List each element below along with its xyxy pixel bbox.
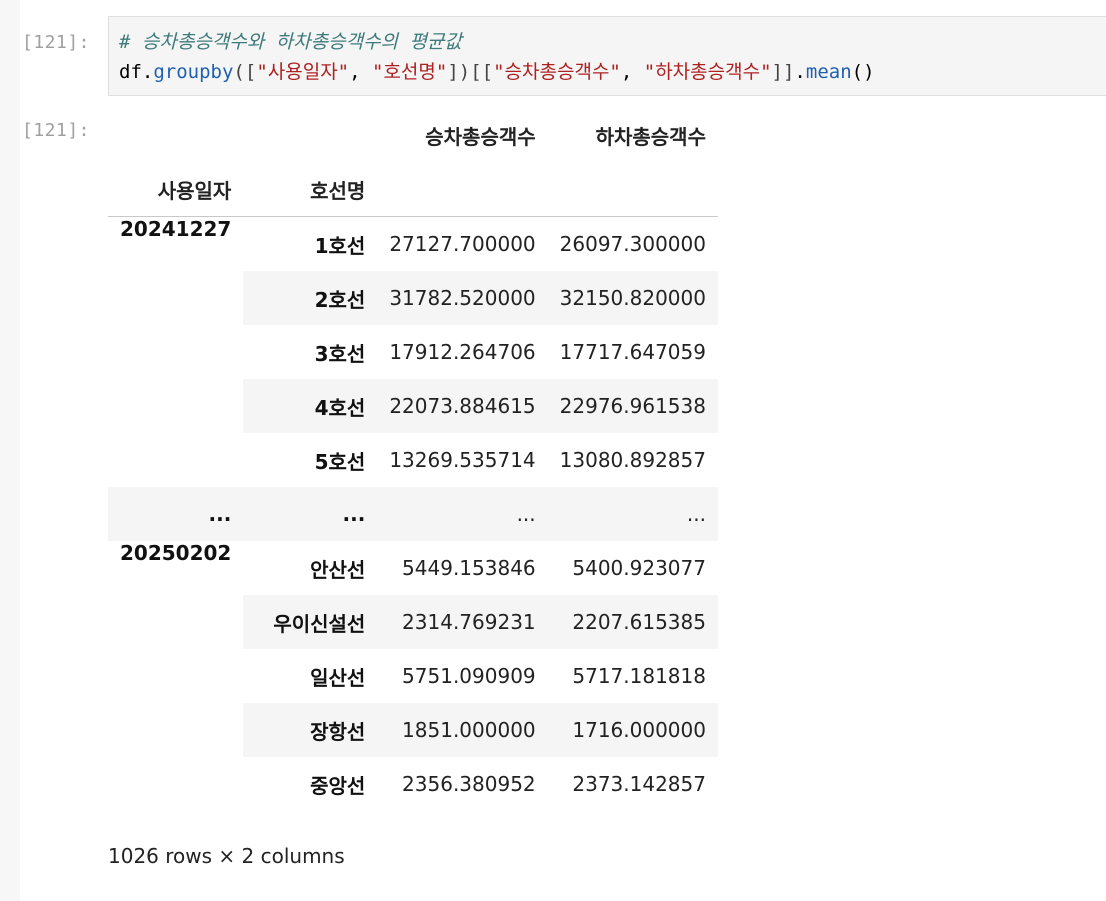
index-line: 2호선 — [243, 271, 378, 325]
cell-value: 5751.090909 — [402, 664, 536, 688]
index-line: 안산선 — [310, 557, 366, 582]
cell-value: 2373.142857 — [572, 772, 706, 796]
code-bracket: ]] — [771, 61, 795, 83]
index-name-row: 사용일자 호선명 — [108, 162, 718, 217]
ellipsis-row: ... ... ... ... — [108, 487, 718, 541]
input-prompt: [121]: — [22, 32, 91, 53]
code-dot: . — [141, 61, 154, 83]
index-line: 중앙선 — [310, 773, 366, 798]
cell-value: 13080.892857 — [559, 448, 706, 472]
cell-value: 1851.000000 — [377, 703, 548, 757]
code-call: () — [851, 61, 875, 83]
code-input-area[interactable]: # 승차총승객수와 하차총승객수의 평균값 df.groupby(["사용일자"… — [108, 16, 1106, 96]
code-method-mean: mean — [805, 61, 852, 83]
dataframe-table: 승차총승객수 하차총승객수 사용일자 호선명 20241227 1호선 2712… — [108, 108, 718, 811]
cell-value: 5449.153846 — [402, 556, 536, 580]
cell-value: 17912.264706 — [389, 340, 536, 364]
cell-value: 2314.769231 — [377, 595, 548, 649]
dataframe-shape-summary: 1026 rows × 2 columns — [108, 844, 345, 868]
column-header: 하차총승객수 — [595, 124, 706, 149]
code-dot: . — [794, 61, 806, 83]
cell-value: 5717.181818 — [572, 664, 706, 688]
index-date: ... — [108, 487, 244, 541]
code-method-groupby: groupby — [153, 61, 234, 83]
index-date: 20250202 — [120, 541, 232, 565]
index-name: 호선명 — [243, 162, 378, 217]
notebook-gutter — [0, 0, 20, 901]
code-bracket: ([ — [233, 61, 257, 83]
column-header-row: 승차총승객수 하차총승객수 — [108, 108, 718, 162]
cell-value: ... — [377, 487, 548, 541]
index-line: 일산선 — [310, 665, 366, 690]
column-header: 승차총승객수 — [425, 124, 536, 149]
header-blank — [243, 108, 377, 162]
cell-value: 2356.380952 — [402, 772, 536, 796]
code-separator: , — [620, 61, 644, 83]
cell-value: 32150.820000 — [547, 271, 718, 325]
cell-value: 26097.300000 — [559, 232, 706, 256]
header-blank — [108, 108, 243, 162]
header-blank — [377, 162, 548, 217]
cell-value: 22073.884615 — [377, 379, 548, 433]
code-comment-line: # 승차총승객수와 하차총승객수의 평균값 — [119, 27, 462, 57]
cell-value: 17717.647059 — [559, 340, 706, 364]
code-string: "사용일자" — [256, 61, 350, 83]
cell-value: 31782.520000 — [377, 271, 548, 325]
index-name: 사용일자 — [108, 162, 244, 217]
code-string: "호선명" — [372, 61, 448, 83]
index-line: 장항선 — [243, 703, 378, 757]
code-separator: , — [349, 61, 373, 83]
cell-value: 2207.615385 — [547, 595, 718, 649]
cell-value: 27127.700000 — [389, 232, 536, 256]
cell-value: 13269.535714 — [389, 448, 536, 472]
cell-value: 22976.961538 — [547, 379, 718, 433]
index-line: 5호선 — [314, 449, 366, 474]
output-prompt: [121]: — [22, 120, 91, 141]
code-line: df.groupby(["사용일자", "호선명"])[["승차총승객수", "… — [119, 57, 875, 87]
code-comment: # 승차총승객수와 하차총승객수의 평균값 — [119, 31, 462, 53]
code-string: "승차총승객수" — [493, 61, 621, 83]
index-line: 1호선 — [314, 233, 366, 258]
cell-value: 1716.000000 — [547, 703, 718, 757]
cell-value: 5400.923077 — [572, 556, 706, 580]
code-string: "하차총승객수" — [643, 61, 772, 83]
code-bracket: ])[[ — [447, 61, 494, 83]
index-date: 20241227 — [120, 217, 232, 241]
index-line: 우이신설선 — [243, 595, 378, 649]
index-line: 3호선 — [314, 341, 366, 366]
header-blank — [547, 162, 718, 217]
code-var: df — [119, 61, 142, 83]
index-line: ... — [243, 487, 378, 541]
table-row: 20250202 안산선 5449.153846 5400.923077 — [108, 541, 718, 595]
cell-value: ... — [547, 487, 718, 541]
table-row: 20241227 1호선 27127.700000 26097.300000 — [108, 217, 718, 272]
index-line: 4호선 — [243, 379, 378, 433]
